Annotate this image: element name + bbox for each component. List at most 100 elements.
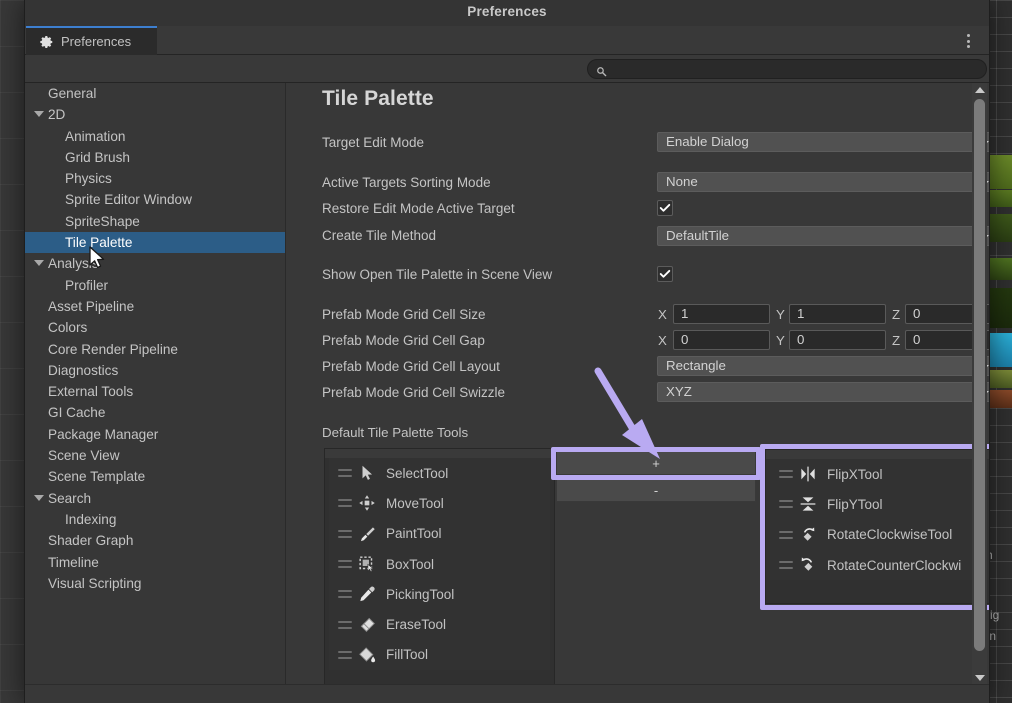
- label-grid-cell-size: Prefab Mode Grid Cell Size: [322, 307, 486, 322]
- list-item[interactable]: PickingTool: [329, 579, 550, 609]
- scrollbar-thumb[interactable]: [974, 99, 985, 651]
- label-target-edit-mode: Target Edit Mode: [322, 135, 425, 150]
- sidebar-item-label: Diagnostics: [48, 362, 119, 378]
- list-item[interactable]: FlipXTool: [770, 459, 989, 489]
- list-item[interactable]: FlipYTool: [770, 489, 989, 519]
- sidebar-item-label: Sprite Editor Window: [65, 192, 192, 208]
- drag-handle-icon[interactable]: [779, 561, 793, 570]
- drag-handle-icon[interactable]: [338, 529, 352, 538]
- sidebar-item-core-render-pipeline[interactable]: Core Render Pipeline: [25, 339, 285, 360]
- chevron-down-icon[interactable]: [34, 260, 44, 267]
- drag-handle-icon[interactable]: [779, 530, 793, 539]
- sidebar-item-label: SpriteShape: [65, 213, 140, 229]
- settings-content: Tile Palette Target Edit Mode Enable Dia…: [286, 83, 989, 684]
- remove-button[interactable]: -: [556, 478, 756, 502]
- drag-handle-icon[interactable]: [338, 590, 352, 599]
- sidebar-item-analysis[interactable]: Analysis: [25, 253, 285, 274]
- scroll-down-button[interactable]: [972, 671, 987, 684]
- sidebar-item-2d[interactable]: 2D: [25, 104, 285, 125]
- label-restore-edit-mode-active-target: Restore Edit Mode Active Target: [322, 201, 515, 216]
- list-item[interactable]: FillTool: [329, 640, 550, 670]
- tab-preferences[interactable]: Preferences: [26, 26, 158, 55]
- axis-label-x: X: [658, 333, 667, 348]
- sidebar-item-package-manager[interactable]: Package Manager: [25, 424, 285, 445]
- sidebar-item-indexing[interactable]: Indexing: [25, 509, 285, 530]
- input-grid-cell-size-y[interactable]: 1: [789, 304, 886, 324]
- sidebar-item-label: Visual Scripting: [48, 575, 142, 591]
- checkbox-restore-edit-mode-active-target[interactable]: [657, 200, 673, 216]
- dropdown-grid-cell-layout[interactable]: Rectangle: [657, 356, 989, 376]
- content-scrollbar[interactable]: [972, 83, 987, 684]
- sidebar-item-grid-brush[interactable]: Grid Brush: [25, 147, 285, 168]
- eyedropper-icon: [358, 585, 380, 603]
- chevron-up-icon: [974, 86, 985, 93]
- sidebar-item-label: Asset Pipeline: [48, 298, 135, 314]
- checkbox-show-open-tile-palette[interactable]: [657, 266, 673, 282]
- sidebar-item-scene-template[interactable]: Scene Template: [25, 466, 285, 487]
- settings-tree[interactable]: General 2D Animation Grid Brush Physics Sprit…: [25, 83, 286, 684]
- sidebar-item-tile-palette[interactable]: Tile Palette: [25, 232, 285, 254]
- list-item[interactable]: RotateClockwiseTool: [770, 520, 989, 550]
- sidebar-item-visual-scripting[interactable]: Visual Scripting: [25, 573, 285, 594]
- list-item[interactable]: PaintTool: [329, 519, 550, 549]
- sidebar-item-diagnostics[interactable]: Diagnostics: [25, 360, 285, 381]
- list-item[interactable]: MoveTool: [329, 488, 550, 518]
- drag-handle-icon[interactable]: [779, 500, 793, 509]
- sidebar-item-physics[interactable]: Physics: [25, 168, 285, 189]
- sidebar-item-search[interactable]: Search: [25, 488, 285, 509]
- rotate-cw-icon: [799, 526, 821, 544]
- drag-handle-icon[interactable]: [338, 620, 352, 629]
- sidebar-item-external-tools[interactable]: External Tools: [25, 381, 285, 402]
- sidebar-item-general[interactable]: General: [25, 83, 285, 104]
- flip-horizontal-icon: [799, 465, 821, 483]
- move-arrows-icon: [358, 494, 380, 512]
- sidebar-item-shader-graph[interactable]: Shader Graph: [25, 530, 285, 551]
- drag-handle-icon[interactable]: [338, 560, 352, 569]
- sidebar-item-label: Scene View: [48, 448, 120, 464]
- dropdown-create-tile-method[interactable]: DefaultTile: [657, 226, 989, 246]
- sidebar-item-timeline[interactable]: Timeline: [25, 552, 285, 573]
- sidebar-item-scene-view[interactable]: Scene View: [25, 445, 285, 466]
- kebab-menu-icon[interactable]: [960, 32, 976, 50]
- check-icon: [659, 203, 671, 212]
- drag-handle-icon[interactable]: [338, 650, 352, 659]
- search-input[interactable]: [613, 61, 986, 77]
- search-icon: [596, 64, 607, 76]
- add-button[interactable]: +: [556, 451, 756, 475]
- search-box[interactable]: [587, 59, 987, 79]
- sidebar-item-label: Tile Palette: [65, 235, 133, 251]
- sidebar-item-profiler[interactable]: Profiler: [25, 275, 285, 296]
- preferences-window: Preferences Preferences General 2D Anima…: [24, 0, 990, 703]
- list-item[interactable]: SelectTool: [329, 458, 550, 488]
- input-grid-cell-gap-x[interactable]: 0: [673, 330, 770, 350]
- sidebar-item-sprite-editor-window[interactable]: Sprite Editor Window: [25, 189, 285, 210]
- available-tools-list[interactable]: FlipXTool FlipYTool RotateClockwiseTool Rot…: [765, 449, 989, 604]
- list-item-label: PickingTool: [386, 586, 455, 602]
- scroll-up-button[interactable]: [972, 83, 987, 96]
- dropdown-grid-cell-swizzle[interactable]: XYZ: [657, 382, 989, 402]
- axis-label-z: Z: [892, 307, 901, 322]
- sidebar-item-animation[interactable]: Animation: [25, 126, 285, 147]
- sidebar-item-gi-cache[interactable]: GI Cache: [25, 402, 285, 423]
- dropdown-target-edit-mode[interactable]: Enable Dialog: [657, 132, 989, 152]
- drag-handle-icon[interactable]: [779, 470, 793, 479]
- sidebar-item-colors[interactable]: Colors: [25, 317, 285, 338]
- sidebar-item-asset-pipeline[interactable]: Asset Pipeline: [25, 296, 285, 317]
- drag-handle-icon[interactable]: [338, 469, 352, 478]
- list-item[interactable]: EraseTool: [329, 609, 550, 639]
- default-tile-palette-tools-list[interactable]: SelectTool MoveTool PaintTool BoxTool Pickin…: [324, 448, 555, 684]
- input-grid-cell-size-x[interactable]: 1: [673, 304, 770, 324]
- drag-handle-icon[interactable]: [338, 499, 352, 508]
- sidebar-item-spriteshape[interactable]: SpriteShape: [25, 211, 285, 232]
- axis-label-y: Y: [776, 307, 785, 322]
- dropdown-active-targets-sorting-mode[interactable]: None: [657, 172, 989, 192]
- list-item[interactable]: BoxTool: [329, 549, 550, 579]
- list-item[interactable]: RotateCounterClockwi: [770, 550, 989, 580]
- input-grid-cell-gap-y[interactable]: 0: [789, 330, 886, 350]
- list-item-label: EraseTool: [386, 617, 447, 633]
- list-item-label: MoveTool: [386, 495, 444, 511]
- chevron-down-icon[interactable]: [34, 494, 44, 501]
- page-title: Tile Palette: [322, 87, 434, 110]
- chevron-down-icon[interactable]: [34, 111, 44, 118]
- axis-label-x: X: [658, 307, 667, 322]
